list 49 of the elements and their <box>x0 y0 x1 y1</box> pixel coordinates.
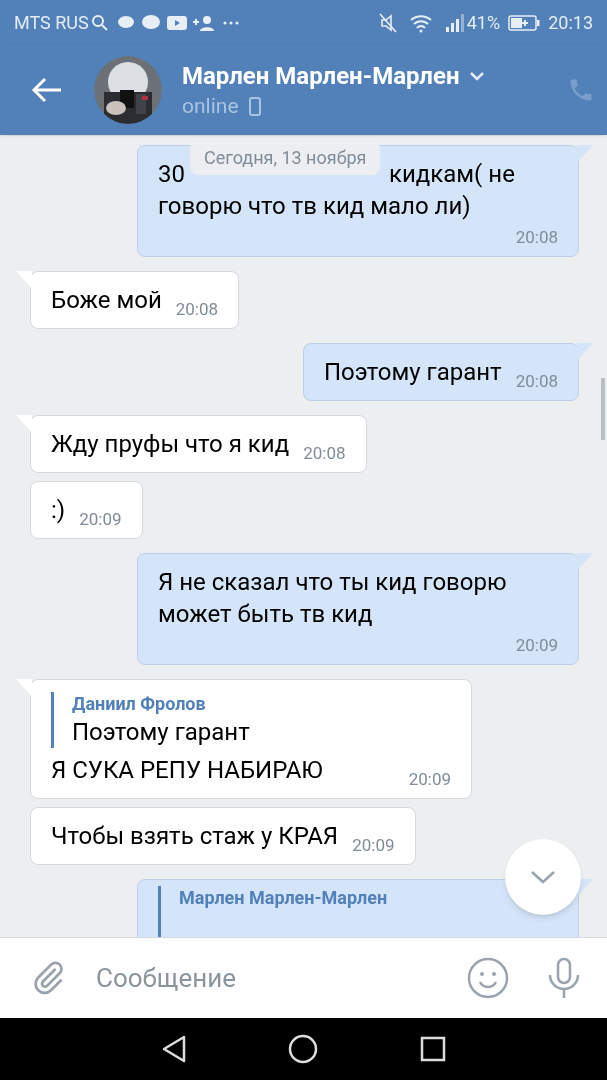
message-time: 20:09 <box>407 768 451 790</box>
recents-nav-icon[interactable] <box>420 1036 447 1062</box>
carrier-name: MTS RUS <box>14 11 89 35</box>
message-text: Я СУКА РЕПУ НАБИРАЮ <box>51 755 323 786</box>
video-icon <box>166 15 187 30</box>
composer-bar[interactable]: Сообщение <box>0 937 607 1018</box>
message-time: 20:09 <box>514 634 558 656</box>
message-text: говорю что тв кид мало ли) <box>158 191 471 222</box>
message-text: Поэтому гарант <box>323 357 502 388</box>
microphone-icon[interactable] <box>547 957 581 999</box>
message-text: Жду пруфы что я кид <box>51 429 290 460</box>
back-icon <box>31 77 63 103</box>
battery-charging-icon <box>508 14 541 31</box>
quoted-text: Поэтому гарант <box>72 717 251 748</box>
battery-percent: 41% <box>466 11 501 35</box>
message-time: 20:09 <box>78 508 122 530</box>
chevron-down-icon[interactable] <box>469 71 486 81</box>
presence-status: online <box>182 93 239 120</box>
back-nav-icon[interactable] <box>160 1035 187 1063</box>
message-text: :) <box>51 495 66 526</box>
message-text: Боже мой <box>51 285 162 316</box>
reply-author: Марлен Марлен-Марлен <box>179 887 388 908</box>
wifi-icon <box>408 12 433 33</box>
mute-icon <box>378 12 397 33</box>
message-time: 20:08 <box>174 298 219 320</box>
message-time: 20:09 <box>351 834 395 856</box>
message-text: Я не сказал что ты кид говорю может быть тв кид <box>158 567 508 630</box>
message-field[interactable]: Сообщение <box>96 958 467 998</box>
scrollbar <box>601 378 605 440</box>
chevron-down-icon <box>530 870 556 884</box>
home-nav-icon[interactable] <box>288 1034 319 1064</box>
chat-bubble-icon <box>140 13 161 32</box>
clock: 20:13 <box>548 11 593 35</box>
phone-device-icon <box>248 96 261 116</box>
message-text: Чтобы взять стаж у КРАЯ <box>51 821 339 852</box>
message-text: 30 <box>158 159 185 190</box>
reply-author: Даниил Фролов <box>72 692 207 716</box>
chat-bubble-icon <box>116 14 135 31</box>
message-text: кидкам( не <box>389 159 515 190</box>
add-contact-icon <box>192 14 215 31</box>
search-icon <box>90 13 109 32</box>
message-time: 20:08 <box>302 442 346 464</box>
message-time: 20:08 <box>514 370 558 392</box>
more-icon <box>222 20 239 25</box>
signal-icon <box>444 13 465 32</box>
message-time: 20:08 <box>514 226 558 248</box>
emoji-icon[interactable] <box>467 957 509 999</box>
scroll-down-button[interactable] <box>505 839 581 915</box>
contact-name[interactable]: Марлен Марлен-Марлен <box>182 60 460 92</box>
